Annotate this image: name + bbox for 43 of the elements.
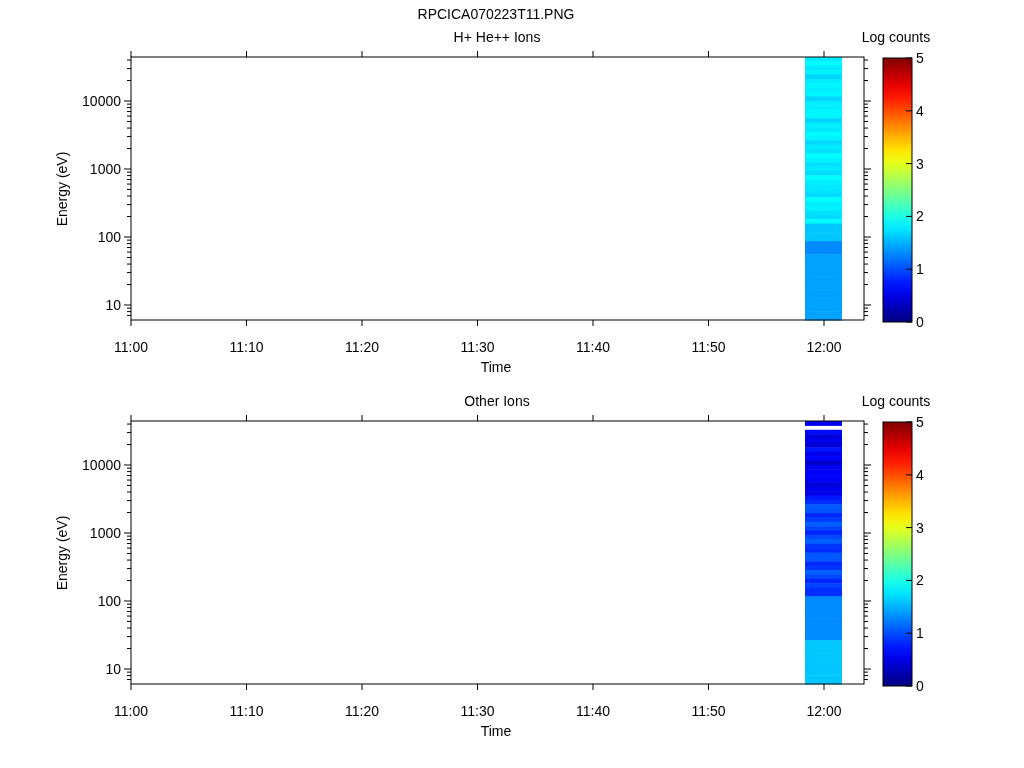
axis-tick-label: 11:10: [229, 703, 264, 719]
axis-tick-label: 10: [105, 297, 121, 313]
axis-title: Energy (eV): [54, 515, 70, 591]
colorbar-tick-label: 0: [916, 678, 924, 694]
axis-tick-label: 10000: [82, 457, 121, 473]
colorbar-tick-label: 5: [916, 50, 924, 66]
figure-title: RPCICA070223T11.PNG: [417, 6, 575, 22]
panel-title: Other Ions: [464, 393, 530, 409]
colorbar-tick-label: 1: [916, 625, 924, 642]
colorbar-tick-label: 1: [916, 261, 924, 278]
colorbar-title: Log counts: [861, 29, 931, 45]
axis-tick-label: 100: [97, 593, 121, 609]
axis-title: Time: [480, 359, 512, 375]
colorbar-tick-label: 2: [916, 208, 924, 225]
axis-tick-label: 11:50: [691, 339, 726, 355]
axis-tick-label: 11:20: [345, 703, 379, 719]
colorbar-tick-label: 5: [916, 414, 924, 430]
colorbar-tick-label: 4: [916, 466, 924, 483]
axis-tick-label: 11:30: [460, 703, 495, 719]
axis-tick-label: 11:00: [114, 703, 148, 719]
axis-title: Time: [480, 723, 512, 739]
axis-tick-label: 1000: [89, 525, 121, 541]
axis-tick-label: 12:00: [806, 339, 842, 355]
axis-tick-label: 12:00: [806, 703, 842, 719]
axis-tick-label: 10: [105, 661, 121, 677]
panel-title: H+ He++ Ions: [453, 29, 541, 45]
axis-tick-label: 11:40: [576, 339, 610, 355]
axis-tick-label: 11:40: [576, 703, 610, 719]
axis-title: Energy (eV): [54, 151, 70, 227]
colorbar-tick-label: 4: [916, 102, 924, 119]
axis-tick-label: 100: [97, 229, 121, 245]
colorbar-tick-label: 0: [916, 314, 924, 330]
colorbar-tick-label: 3: [916, 155, 924, 172]
colorbar-tick-label: 2: [916, 572, 924, 589]
axis-tick-label: 11:30: [460, 339, 495, 355]
colorbar-tick-label: 3: [916, 519, 924, 536]
axis-tick-label: 1000: [89, 161, 121, 177]
axis-tick-label: 10000: [82, 93, 121, 109]
axis-tick-label: 11:20: [345, 339, 379, 355]
axis-tick-label: 11:10: [229, 339, 264, 355]
axis-tick-label: 11:50: [691, 703, 726, 719]
colorbar-title: Log counts: [861, 393, 931, 409]
axis-tick-label: 11:00: [114, 339, 148, 355]
